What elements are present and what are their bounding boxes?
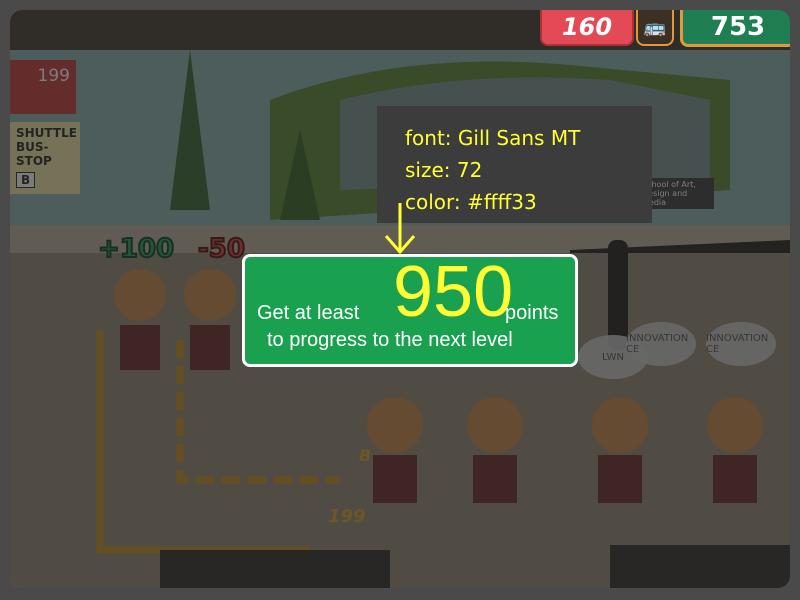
goal-post-text: points [505, 302, 559, 324]
annotation-size: size: 72 [405, 158, 483, 182]
plus-points: +100 [97, 233, 175, 265]
game-frame: 199 SHUTTLE BUS-STOP B +100 -50 B 199 LW… [10, 10, 790, 588]
goal-pre-text: Get at least [257, 302, 360, 324]
minus-points: -50 [197, 233, 246, 265]
level-goal-panel: Get at least 950 points to progress to t… [242, 252, 578, 367]
annotation-font: font: Gill Sans MT [405, 126, 581, 150]
route-sign: 199 [10, 60, 76, 114]
goal-points-required: 950 [393, 252, 514, 332]
thought-bubble-innovation-1: INNOVATION CE [626, 322, 696, 366]
bus-stop-title-1: SHUTTLE [16, 126, 77, 140]
bus-icon: 🚌 [636, 10, 674, 46]
floor-number: 199 [328, 506, 366, 527]
hud-deduct-counter: 160 [540, 10, 634, 46]
annotation-color: color: #ffff33 [405, 190, 537, 214]
bus-stop-letter: B [16, 172, 36, 188]
hud-score: 753 [680, 10, 790, 47]
bus-stop-sign: SHUTTLE BUS-STOP B [10, 122, 80, 194]
arrow-down-icon [384, 203, 416, 255]
floor-letter: B [359, 446, 372, 465]
bus-stop-title-2: BUS-STOP [16, 140, 52, 168]
goal-subtext: to progress to the next level [267, 329, 513, 351]
thought-bubble-innovation-2: INNOVATION CE [706, 322, 776, 366]
